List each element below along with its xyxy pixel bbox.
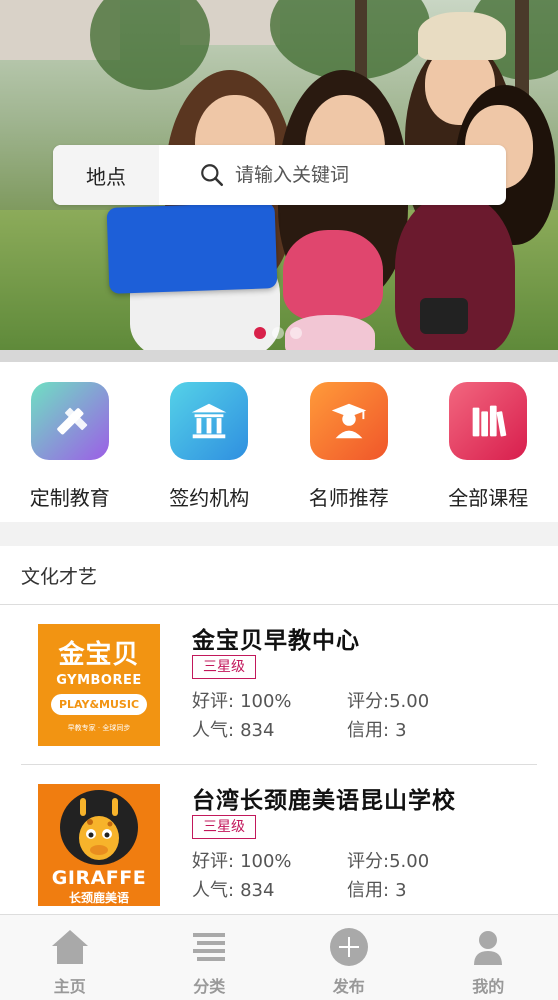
tab-publish[interactable]: 发布 (279, 915, 419, 1000)
location-selector[interactable]: 地点 (53, 145, 159, 205)
tab-label: 我的 (472, 977, 505, 996)
search-bar: 地点 (53, 145, 506, 205)
category-label: 签约机构 (169, 486, 250, 510)
location-label: 地点 (86, 164, 126, 189)
carousel-indicator (254, 327, 302, 339)
tab-category[interactable]: 分类 (140, 915, 280, 1000)
listing-section: 文化才艺 金宝贝 GYMBOREE PLAY&MUSIC 早教专家 · 全球同步… (0, 546, 558, 914)
tab-label: 发布 (332, 977, 365, 996)
giraffe-logo: GIRAFFE 长颈鹿美语 (38, 784, 160, 906)
item-name: 金宝贝早教中心 (192, 628, 360, 654)
hat-graphic (418, 12, 506, 60)
praise-stat: 好评: 100% (192, 691, 292, 712)
tab-home[interactable]: 主页 (0, 915, 140, 1000)
camera-graphic (420, 298, 468, 334)
home-icon (51, 930, 88, 964)
credit-stat: 信用: 3 (347, 720, 407, 741)
popularity-stat: 人气: 834 (192, 720, 275, 741)
score-stat: 评分:5.00 (347, 691, 430, 712)
category-partner-institutions[interactable]: 签约机构 (140, 362, 280, 522)
books-icon (449, 382, 528, 460)
search-field[interactable] (159, 145, 506, 205)
level-badge: 三星级 (192, 815, 256, 839)
list-item[interactable]: 金宝贝 GYMBOREE PLAY&MUSIC 早教专家 · 全球同步 金宝贝早… (21, 605, 537, 764)
phone-graphic (106, 202, 278, 294)
list-item[interactable]: GIRAFFE 长颈鹿美语 台湾长颈鹿美语昆山学校 三星级 好评: 100% 评分… (21, 764, 537, 923)
carousel-dot[interactable] (254, 327, 266, 339)
praise-stat: 好评: 100% (192, 851, 292, 872)
category-label: 名师推荐 (308, 486, 389, 510)
category-teacher-recommend[interactable]: 名师推荐 (279, 362, 419, 522)
section-title: 文化才艺 (0, 546, 558, 605)
search-input[interactable] (235, 164, 475, 186)
bottom-tab-bar: 主页 分类 发布 我的 (0, 914, 558, 1000)
teacher-icon (309, 382, 388, 460)
category-all-courses[interactable]: 全部课程 (419, 362, 558, 522)
tab-label: 主页 (53, 977, 86, 996)
category-label: 全部课程 (448, 486, 529, 510)
category-label: 定制教育 (29, 486, 110, 510)
category-grid: 定制教育 签约机构 名师推荐 全部课程 (0, 362, 558, 522)
plus-circle-icon (329, 928, 368, 966)
user-icon (474, 931, 503, 965)
credit-stat: 信用: 3 (347, 880, 407, 901)
score-stat: 评分:5.00 (347, 851, 430, 872)
tab-mine[interactable]: 我的 (419, 915, 558, 1000)
category-custom-education[interactable]: 定制教育 (0, 362, 140, 522)
carousel-dot[interactable] (272, 327, 284, 339)
hero-banner[interactable]: 地点 (0, 0, 558, 350)
tab-label: 分类 (193, 977, 226, 996)
item-name: 台湾长颈鹿美语昆山学校 (192, 788, 456, 814)
gymboree-logo: 金宝贝 GYMBOREE PLAY&MUSIC 早教专家 · 全球同步 (38, 624, 160, 746)
pencil-ruler-icon (30, 382, 109, 460)
list-icon (193, 933, 226, 961)
institution-icon (170, 382, 249, 460)
carousel-dot[interactable] (290, 327, 302, 339)
search-icon (201, 164, 224, 187)
popularity-stat: 人气: 834 (192, 880, 275, 901)
level-badge: 三星级 (192, 655, 256, 679)
